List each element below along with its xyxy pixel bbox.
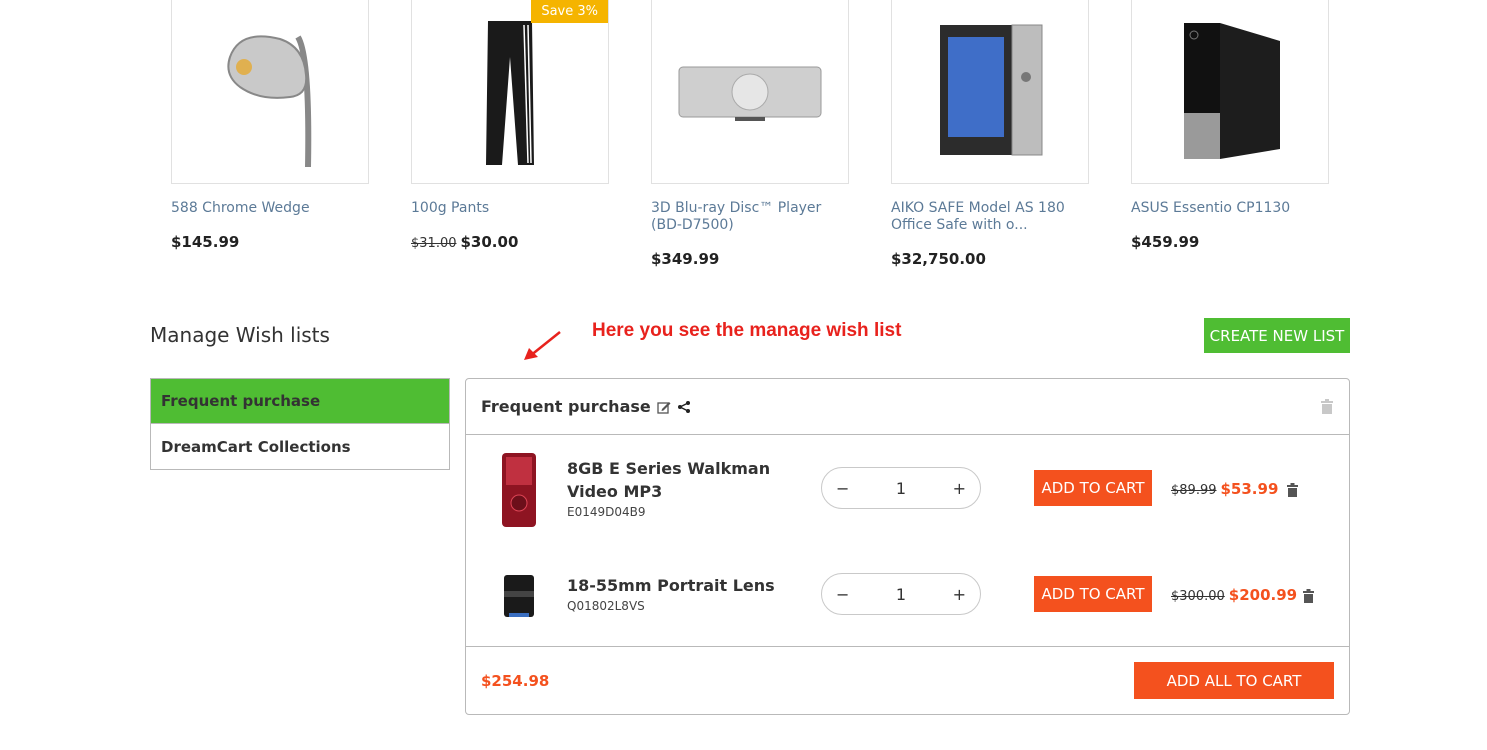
quantity-value[interactable]: 1 bbox=[849, 479, 952, 498]
product-price: $31.00 $30.00 bbox=[411, 233, 519, 251]
bluray-player-image[interactable] bbox=[651, 0, 849, 184]
wishlist-panel: Frequent purchase 8GB E Series Walkman V… bbox=[465, 378, 1350, 715]
wishlist-title: Frequent purchase bbox=[481, 397, 651, 416]
product-name[interactable]: AIKO SAFE Model AS 180 Office Safe with … bbox=[891, 200, 1089, 234]
wishlist-row: 8GB E Series Walkman Video MP3 E0149D04B… bbox=[466, 445, 1349, 535]
wishlist-nav: Frequent purchase DreamCart Collections bbox=[150, 378, 450, 470]
wishlist-total: $254.98 bbox=[481, 672, 550, 690]
product-name[interactable]: ASUS Essentio CP1130 bbox=[1131, 200, 1329, 217]
wishlist-item-dreamcart-collections[interactable]: DreamCart Collections bbox=[151, 424, 449, 469]
wishlist-item-frequent-purchase[interactable]: Frequent purchase bbox=[151, 379, 449, 424]
wishlist-row: 18-55mm Portrait Lens Q01802L8VS − 1 + A… bbox=[466, 551, 1349, 641]
plus-icon[interactable]: + bbox=[953, 585, 966, 604]
page-title: Manage Wish lists bbox=[150, 323, 330, 347]
add-to-cart-button[interactable]: ADD TO CART bbox=[1034, 576, 1152, 612]
office-safe-image[interactable] bbox=[891, 0, 1089, 184]
item-price: $89.99 $53.99 bbox=[1171, 480, 1279, 498]
desktop-tower-image[interactable] bbox=[1131, 0, 1329, 184]
item-price: $300.00 $200.99 bbox=[1171, 586, 1298, 604]
quantity-stepper[interactable]: − 1 + bbox=[821, 467, 981, 509]
product-name[interactable]: 100g Pants bbox=[411, 200, 609, 217]
product-price: $145.99 bbox=[171, 233, 240, 251]
camera-lens-image[interactable] bbox=[496, 556, 542, 636]
product-price: $459.99 bbox=[1131, 233, 1200, 251]
product-price: $32,750.00 bbox=[891, 250, 986, 268]
annotation-text: Here you see the manage wish list bbox=[592, 320, 902, 341]
product-price: $349.99 bbox=[651, 250, 720, 268]
walkman-image[interactable] bbox=[496, 450, 542, 530]
panel-footer: $254.98 ADD ALL TO CART bbox=[466, 646, 1349, 714]
share-icon[interactable] bbox=[677, 400, 691, 414]
quantity-value[interactable]: 1 bbox=[849, 585, 952, 604]
save-badge: Save 3% bbox=[531, 0, 608, 23]
item-name[interactable]: 8GB E Series Walkman Video MP3 bbox=[567, 457, 807, 503]
edit-icon[interactable] bbox=[657, 400, 671, 414]
golf-wedge-image[interactable] bbox=[171, 0, 369, 184]
product-card[interactable]: 3D Blu-ray Disc™ Player (BD-D7500) $349.… bbox=[651, 0, 849, 268]
panel-header: Frequent purchase bbox=[466, 379, 1349, 435]
product-card[interactable]: 588 Chrome Wedge $145.99 bbox=[171, 0, 369, 268]
minus-icon[interactable]: − bbox=[836, 585, 849, 604]
minus-icon[interactable]: − bbox=[836, 479, 849, 498]
quantity-stepper[interactable]: − 1 + bbox=[821, 573, 981, 615]
trash-icon[interactable] bbox=[1303, 588, 1314, 607]
add-to-cart-button[interactable]: ADD TO CART bbox=[1034, 470, 1152, 506]
item-sku: Q01802L8VS bbox=[567, 599, 645, 613]
create-new-list-button[interactable]: CREATE NEW LIST bbox=[1204, 318, 1350, 353]
item-name[interactable]: 18-55mm Portrait Lens bbox=[567, 574, 807, 597]
annotation-arrow-icon bbox=[524, 331, 561, 360]
item-sku: E0149D04B9 bbox=[567, 505, 646, 519]
plus-icon[interactable]: + bbox=[953, 479, 966, 498]
product-name[interactable]: 588 Chrome Wedge bbox=[171, 200, 369, 217]
delete-list-icon[interactable] bbox=[1321, 399, 1333, 418]
product-card[interactable]: AIKO SAFE Model AS 180 Office Safe with … bbox=[891, 0, 1089, 268]
product-card[interactable]: Save 3% 100g Pants $31.00 $30.00 bbox=[411, 0, 609, 268]
related-products: 588 Chrome Wedge $145.99 Save 3% 100g Pa… bbox=[171, 0, 1329, 268]
track-pants-image[interactable]: Save 3% bbox=[411, 0, 609, 184]
trash-icon[interactable] bbox=[1287, 482, 1298, 501]
product-name[interactable]: 3D Blu-ray Disc™ Player (BD-D7500) bbox=[651, 200, 849, 234]
product-card[interactable]: ASUS Essentio CP1130 $459.99 bbox=[1131, 0, 1329, 268]
add-all-to-cart-button[interactable]: ADD ALL TO CART bbox=[1134, 662, 1334, 699]
